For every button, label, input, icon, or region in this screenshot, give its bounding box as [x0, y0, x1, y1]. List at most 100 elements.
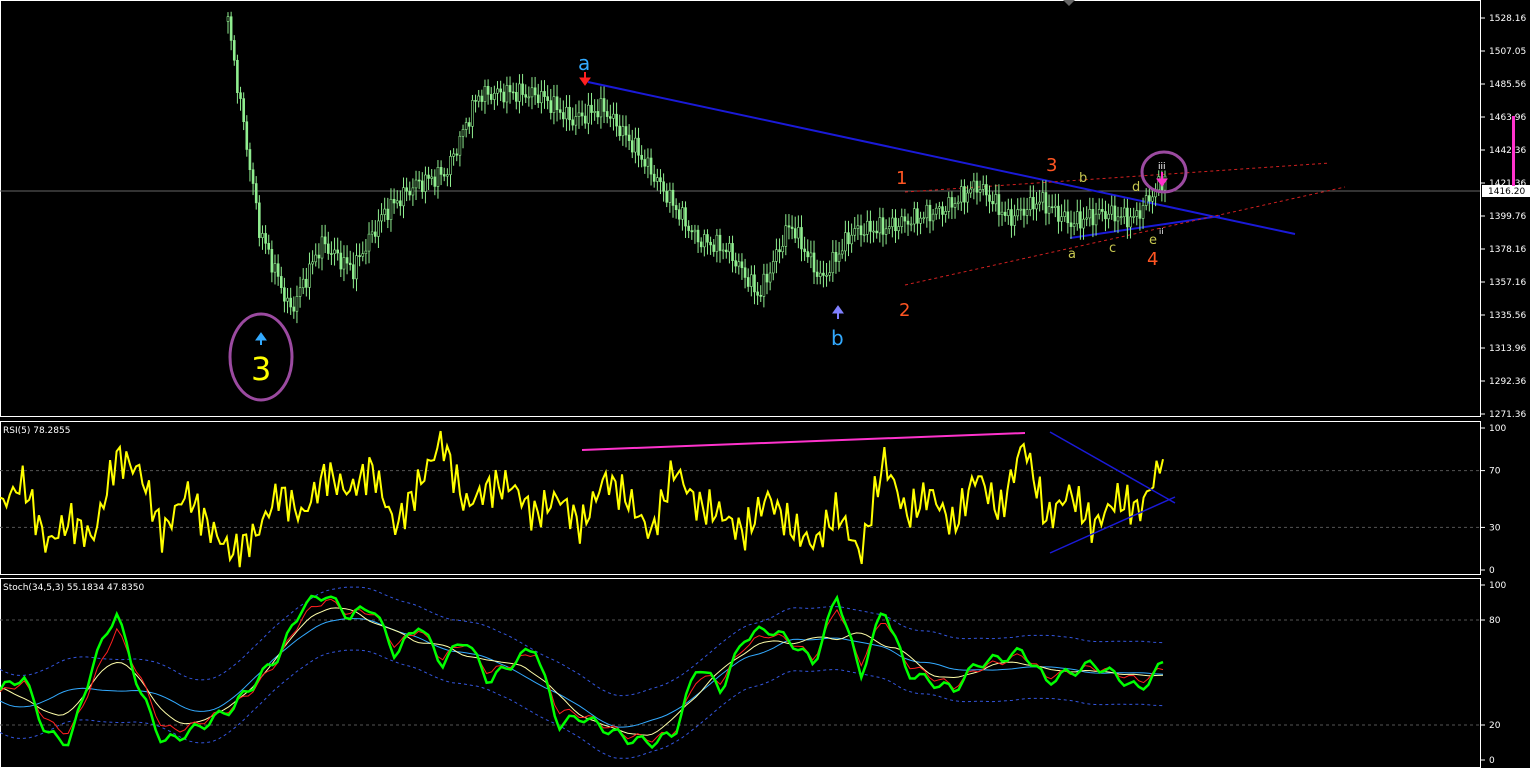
price-candle-body [872, 230, 875, 233]
price-tick-label: 1335.56 [1489, 311, 1526, 321]
price-candle-body [718, 234, 722, 251]
price-candle-body [417, 179, 421, 182]
stoch-axis-ticks: 100 80 20 0 [1480, 581, 1506, 766]
price-candle-body [762, 273, 766, 297]
price-candle-body [812, 252, 816, 273]
price-candle-body [703, 234, 706, 248]
price-candle-body [565, 106, 568, 120]
price-candle-body [756, 291, 759, 296]
price-candle-body [320, 236, 324, 259]
price-candle-body [1110, 205, 1114, 215]
price-candle-body [348, 262, 352, 265]
price-candle-body [649, 157, 653, 175]
price-candle-body [765, 273, 769, 283]
stoch-band-upper [0, 586, 1164, 697]
price-candle-body [906, 220, 910, 225]
price-candle-body [706, 234, 709, 243]
price-candle-body [853, 228, 857, 236]
price-candle-body [734, 260, 737, 267]
price-candle-body [1060, 216, 1063, 222]
up-arrow-icon [832, 305, 844, 319]
price-candle-body [461, 129, 465, 137]
price-candle-body [1044, 192, 1048, 214]
price-candle-body [912, 208, 916, 225]
price-candle-body [326, 243, 330, 254]
price-candle-body [286, 297, 289, 302]
price-candle-body [1091, 209, 1095, 226]
price-candle-body [953, 203, 957, 208]
price-candle-body [637, 137, 640, 156]
price-candle-body [1066, 211, 1070, 224]
price-candle-body [768, 272, 772, 283]
price-candle-body [364, 250, 368, 254]
price-candle-body [991, 201, 994, 205]
price-candle-body [894, 217, 897, 232]
price-candle-body [317, 254, 321, 259]
price-candle-body [502, 91, 506, 103]
price-candle-body [978, 189, 982, 193]
price-candle-body [922, 217, 925, 220]
wave-label-sub-iii: iii [1158, 162, 1166, 172]
price-candle-body [878, 217, 882, 234]
price-candle-body [546, 96, 549, 101]
price-candle-body [822, 272, 825, 276]
price-candle-body [1041, 192, 1045, 203]
price-candle-body [496, 88, 499, 94]
price-candle-body [229, 16, 233, 41]
rsi-tick-label: 30 [1489, 523, 1501, 533]
price-candle-body [436, 167, 440, 187]
price-candle-body [1122, 207, 1126, 218]
price-candle-body [837, 253, 841, 262]
wave-label-sub-a: a [1068, 247, 1076, 262]
price-candle-body [386, 208, 390, 220]
price-candle-body [1129, 216, 1132, 228]
price-candle-body [276, 263, 280, 277]
price-candle-body [771, 261, 775, 274]
price-candle-body [784, 225, 788, 247]
price-candle-body [759, 294, 763, 297]
price-candle-body [518, 83, 521, 102]
price-candle-body [693, 229, 697, 233]
price-candle-body [270, 249, 274, 273]
stoch-lines [0, 586, 1164, 759]
price-candle-body [677, 209, 681, 220]
price-candle-body [1047, 206, 1051, 214]
price-candle-body [944, 211, 947, 215]
price-candle-body [370, 231, 374, 235]
channel-upper [904, 162, 1331, 193]
price-candle-body [380, 214, 383, 222]
price-candle-body [236, 59, 239, 94]
price-candle-body [599, 98, 603, 118]
price-candle-body [358, 255, 361, 257]
price-candle-body [446, 174, 449, 177]
price-candle-body [634, 137, 637, 153]
price-candle-body [530, 87, 534, 98]
price-candle-body [1003, 211, 1007, 216]
price-candle-body [1063, 211, 1067, 217]
price-candle-body [746, 277, 750, 287]
price-candle-body [574, 116, 578, 126]
price-tick-label: 1271.36 [1489, 410, 1526, 420]
current-price-badge: 1416.20 [1482, 185, 1530, 197]
price-candle-body [815, 271, 819, 277]
price-candle-body [887, 226, 891, 230]
price-candle-body [865, 220, 869, 235]
up-arrow-icon [255, 332, 267, 345]
price-candle-body [985, 184, 988, 196]
price-candle-body [740, 261, 744, 269]
price-candle-body [405, 187, 408, 192]
price-candle-body [442, 174, 446, 177]
price-candle-body [844, 232, 847, 252]
rsi-tick-label: 100 [1489, 424, 1506, 434]
price-candle-body [847, 232, 850, 245]
price-candle-body [292, 306, 296, 312]
price-candle-body [305, 278, 308, 288]
price-candle-body [1107, 213, 1110, 220]
price-candle-body [1069, 222, 1073, 227]
price-candle-body [1016, 209, 1020, 217]
price-tick-label: 1399.76 [1489, 212, 1526, 222]
stoch-pane-frame [0, 578, 1481, 768]
price-candle-body [540, 91, 543, 104]
price-candle-body [279, 276, 283, 289]
price-candle-body [449, 156, 452, 175]
